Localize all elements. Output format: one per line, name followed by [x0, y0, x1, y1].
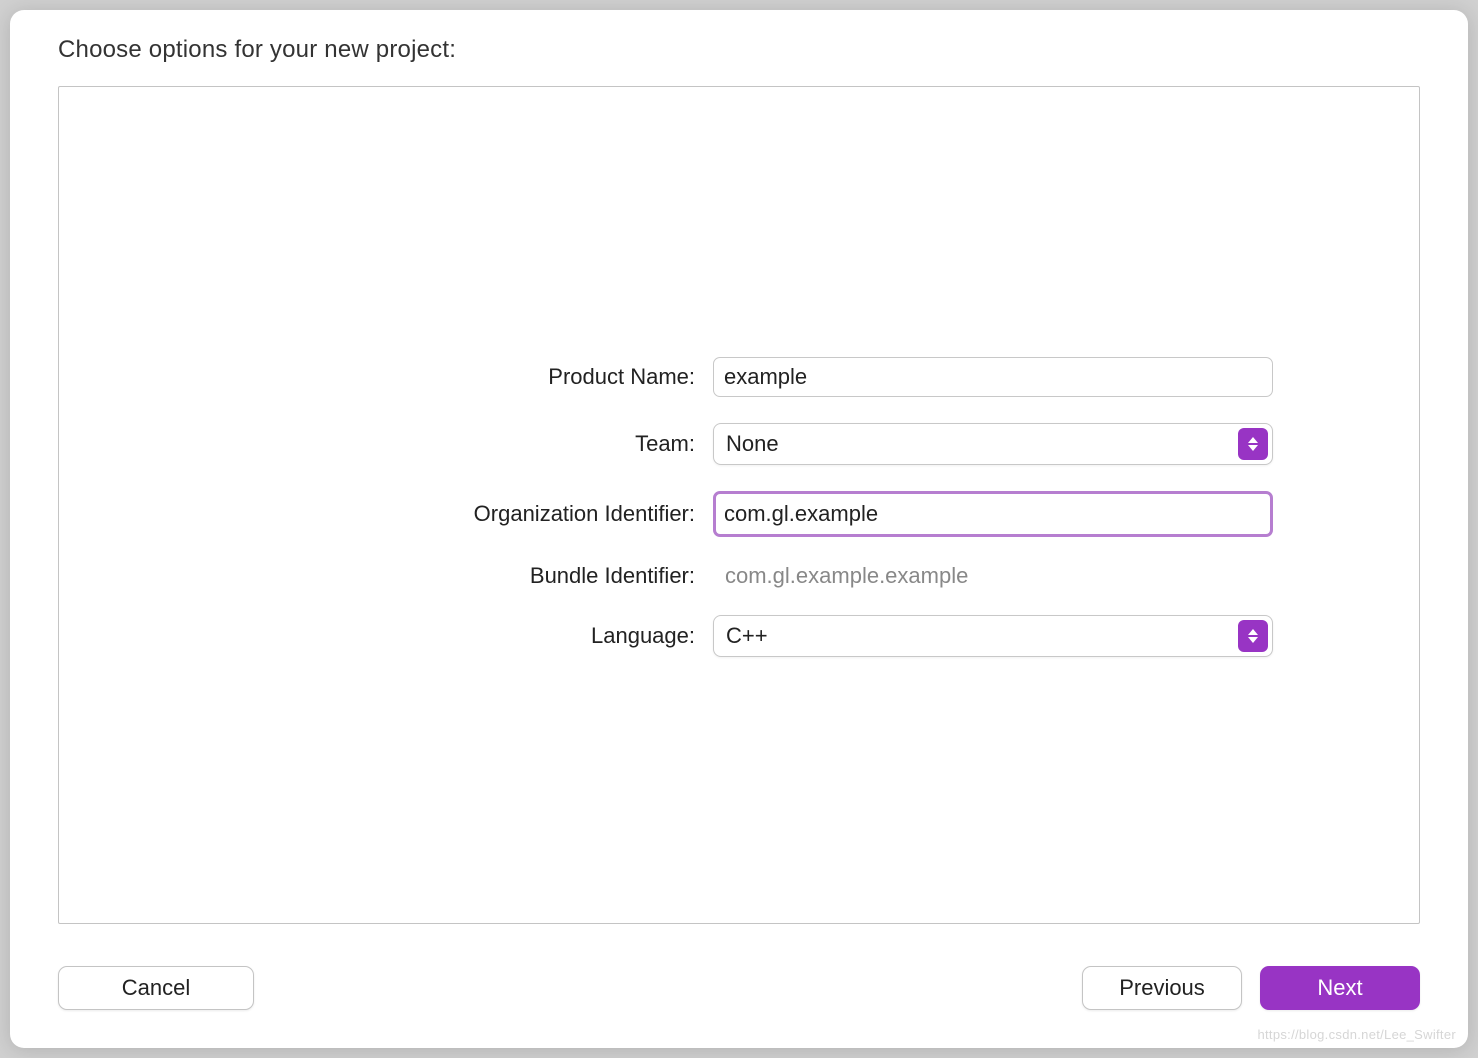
previous-button[interactable]: Previous	[1082, 966, 1242, 1010]
bundle-identifier-label: Bundle Identifier:	[205, 563, 695, 589]
updown-arrows-icon	[1238, 428, 1268, 460]
new-project-options-dialog: Choose options for your new project: Pro…	[10, 10, 1468, 1048]
language-select-value: C++	[726, 623, 768, 649]
language-label: Language:	[205, 623, 695, 649]
language-select[interactable]: C++	[713, 615, 1273, 657]
form-panel: Product Name: Team: None Organization Id…	[58, 86, 1420, 924]
dialog-title: Choose options for your new project:	[58, 36, 1420, 64]
watermark: https://blog.csdn.net/Lee_Swifter	[1257, 1027, 1456, 1042]
cancel-button[interactable]: Cancel	[58, 966, 254, 1010]
updown-arrows-icon	[1238, 620, 1268, 652]
product-name-input[interactable]	[713, 357, 1273, 397]
bundle-identifier-value: com.gl.example.example	[713, 563, 1273, 589]
button-row: Cancel Previous Next	[58, 966, 1420, 1010]
team-label: Team:	[205, 431, 695, 457]
form-grid: Product Name: Team: None Organization Id…	[205, 357, 1273, 657]
org-identifier-input[interactable]	[713, 491, 1273, 537]
team-select[interactable]: None	[713, 423, 1273, 465]
team-select-value: None	[726, 431, 779, 457]
next-button[interactable]: Next	[1260, 966, 1420, 1010]
org-identifier-label: Organization Identifier:	[205, 501, 695, 527]
product-name-label: Product Name:	[205, 364, 695, 390]
